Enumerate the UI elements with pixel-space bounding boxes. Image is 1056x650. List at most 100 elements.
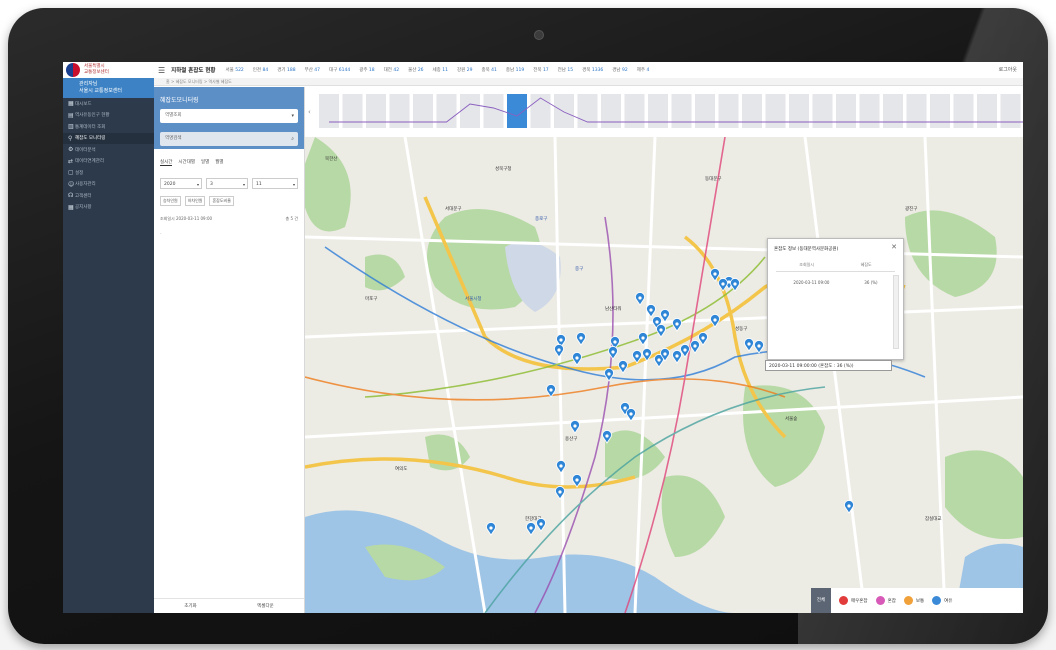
excel-download-button[interactable]: 엑셀다운 [257,603,274,609]
timeline-slot[interactable] [906,94,927,128]
station-marker-icon[interactable] [555,486,565,500]
timeline-slot[interactable] [624,94,645,128]
station-marker-icon[interactable] [710,314,720,328]
station-marker-icon[interactable] [546,384,556,398]
station-marker-icon[interactable] [710,268,720,282]
station-marker-icon[interactable] [536,518,546,532]
timeline-slot[interactable] [389,94,410,128]
timeline-slot[interactable] [342,94,363,128]
timeline-slot[interactable] [930,94,950,128]
legend-item[interactable]: 혼잡 [875,596,896,605]
timeline-slot[interactable] [718,94,739,128]
station-marker-icon[interactable] [646,304,656,318]
timeline-slot[interactable] [319,94,339,128]
timeline-slot[interactable] [859,94,880,128]
timeline-slot[interactable] [436,94,457,128]
station-marker-icon[interactable] [576,332,586,346]
checkbox-alighting[interactable]: 하차인원 [184,196,206,206]
timeline-slot[interactable] [1000,94,1021,128]
sidebar-item-pin[interactable]: ⚲ 혜잡도 모니터링 [63,132,154,144]
timeline-slot[interactable] [953,94,974,128]
station-marker-icon[interactable] [730,278,740,292]
station-marker-icon[interactable] [672,350,682,364]
station-marker-icon[interactable] [554,344,564,358]
timeline-slot[interactable] [789,94,809,128]
close-icon[interactable]: ✕ [891,243,897,251]
sidebar-item-share[interactable]: ⇄ 데이터연계관리 [63,156,154,168]
sidebar-item-headset[interactable]: ☊ 고객센터 [63,190,154,202]
station-marker-icon[interactable] [526,522,536,536]
month-select[interactable]: 3 ▾ [206,178,248,189]
timeline-slot[interactable] [483,94,504,128]
search-type-select[interactable]: 역별조회 ▾ [160,109,298,123]
timeline-slot[interactable] [671,94,692,128]
station-marker-icon[interactable] [844,500,854,514]
station-marker-icon[interactable] [632,350,642,364]
sidebar-item-table[interactable]: ▦ 공지사항 [63,202,154,214]
station-marker-icon[interactable] [656,324,666,338]
timeline-slot[interactable] [765,94,786,128]
station-marker-icon[interactable] [570,420,580,434]
checkbox-boarding[interactable]: 승차인원 [160,196,181,206]
station-marker-icon[interactable] [754,340,764,354]
station-marker-icon[interactable] [744,338,754,352]
legend-item[interactable]: 보통 [903,596,924,605]
sidebar-item-user[interactable]: ☺ 사용자관리 [63,179,154,191]
station-marker-icon[interactable] [572,352,582,366]
timeline-slot[interactable] [460,94,480,128]
timeline-slot[interactable] [577,94,598,128]
sidebar-item-grid[interactable]: ▦ 대시보드 [63,98,154,110]
station-marker-icon[interactable] [486,522,496,536]
station-marker-icon[interactable] [556,460,566,474]
timeline-slot[interactable] [530,94,551,128]
timeline-slot[interactable] [366,94,386,128]
timeline-slot[interactable] [695,94,715,128]
station-marker-icon[interactable] [718,278,728,292]
station-marker-icon[interactable] [672,318,682,332]
timeline-slot[interactable] [742,94,762,128]
tab-realtime[interactable]: 실시간 [160,159,173,166]
sidebar-item-gear[interactable]: ⚙ 데이터분석 [63,144,154,156]
station-marker-icon[interactable] [638,332,648,346]
station-marker-icon[interactable] [608,346,618,360]
hamburger-menu-icon[interactable]: ☰ [158,66,165,75]
timeline-slot[interactable] [554,94,574,128]
sidebar-item-box[interactable]: ▢ 설정 [63,167,154,179]
year-select[interactable]: 2020 ▾ [160,178,202,189]
popup-scrollbar[interactable] [893,275,899,349]
checkbox-congestion[interactable]: 혼잡도비율 [209,196,234,206]
day-select[interactable]: 11 ▾ [252,178,298,189]
sidebar-item-doc[interactable]: ▤ 역사유동인구 현황 [63,110,154,122]
timeline-slot[interactable] [648,94,668,128]
logout-button[interactable]: 로그아웃 [999,66,1017,73]
timeline-slot[interactable] [836,94,856,128]
timeline-chart[interactable]: ‹› [305,87,1023,137]
legend-all-button[interactable]: 전체 [811,588,831,613]
legend-item[interactable]: 여유 [932,596,952,605]
sidebar-item-bars[interactable]: ▥ 통계데이터 조회 [63,121,154,133]
station-marker-icon[interactable] [626,408,636,422]
timeline-strip[interactable]: ‹› [305,87,1023,138]
station-search-input[interactable]: 역명검색 ⌕ [160,132,298,146]
station-marker-icon[interactable] [604,368,614,382]
timeline-prev-icon[interactable]: ‹ [308,108,311,116]
station-marker-icon[interactable] [572,474,582,488]
user-box[interactable]: 관리자님 서울시 교통정보센터 [63,78,154,98]
timeline-slot[interactable] [977,94,997,128]
timeline-slot[interactable] [601,94,621,128]
reset-button[interactable]: 초기화 [184,603,196,609]
station-marker-icon[interactable] [602,430,612,444]
station-marker-icon[interactable] [618,360,628,374]
legend-item[interactable]: 매우혼잡 [839,596,868,605]
tab-daily[interactable]: 일별 [201,159,209,166]
station-marker-icon[interactable] [698,332,708,346]
station-marker-icon[interactable] [690,340,700,354]
tab-hourly[interactable]: 시간대별 [178,159,195,166]
timeline-slot[interactable] [812,94,833,128]
tab-monthly[interactable]: 월별 [215,159,223,166]
station-marker-icon[interactable] [635,292,645,306]
timeline-slot[interactable] [883,94,903,128]
station-marker-icon[interactable] [642,348,652,362]
timeline-slot[interactable] [413,94,433,128]
map-view[interactable]: 성북구청 동대문구 서대문구 종로구 중구 용산구 마포구 성동구 광진구 서울시청 북한산 남산타워… [305,137,1023,613]
